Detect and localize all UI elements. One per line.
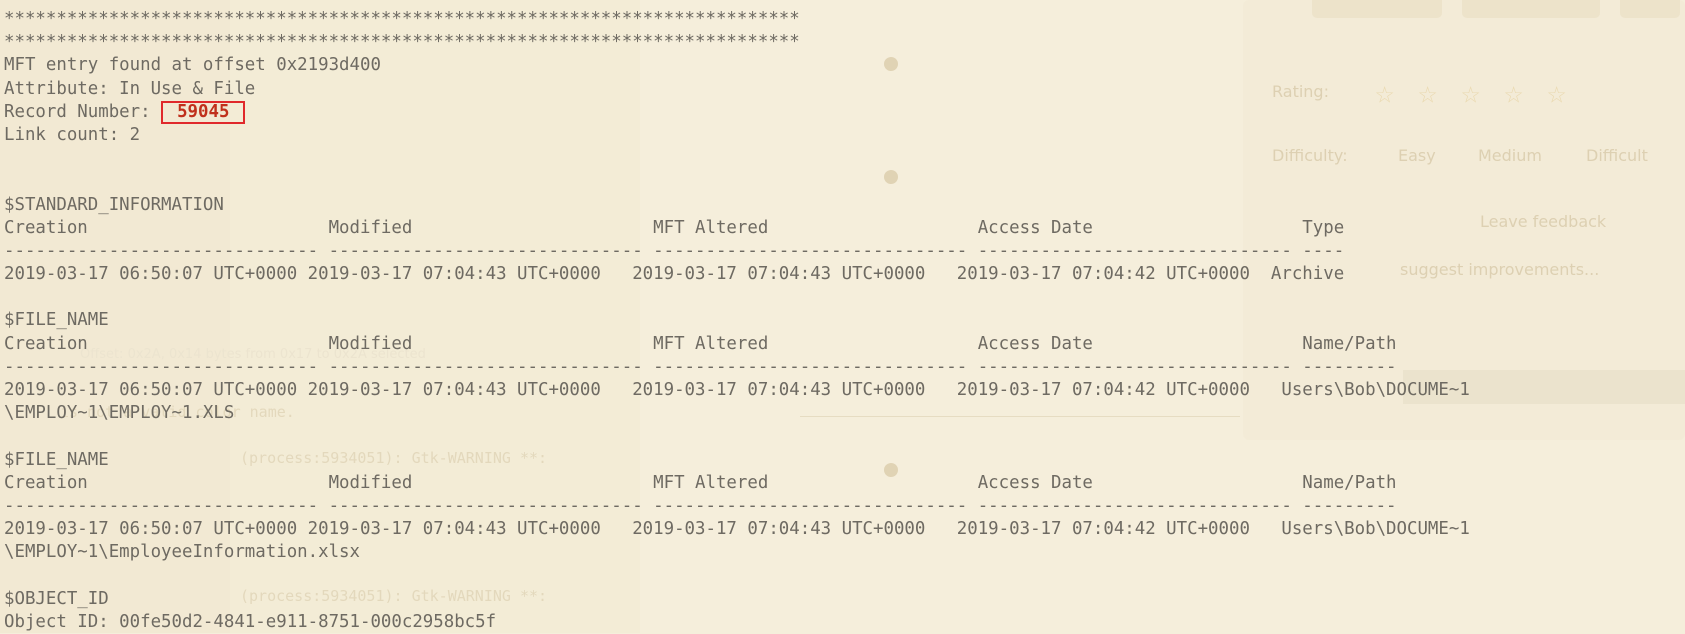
table-divider: ------------------------------ ---------…	[4, 356, 1397, 377]
table-divider: ------------------------------ ---------…	[4, 240, 1345, 261]
difficulty-option-medium[interactable]: Medium	[1478, 146, 1542, 165]
table-header: Creation Modified MFT Altered Access Dat…	[4, 472, 1397, 493]
record-number-highlight: 59045	[161, 100, 246, 124]
attribute-line: Attribute: In Use & File	[4, 78, 256, 99]
background-button[interactable]	[1620, 0, 1680, 18]
table-row: 2019-03-17 06:50:07 UTC+0000 2019-03-17 …	[4, 519, 1470, 540]
file-name-title: $FILE_NAME	[4, 310, 109, 331]
table-header: Creation Modified MFT Altered Access Dat…	[4, 217, 1345, 238]
table-header: Creation Modified MFT Altered Access Dat…	[4, 333, 1397, 354]
object-id-title: $OBJECT_ID	[4, 588, 109, 609]
star-icon[interactable]: ☆	[1547, 76, 1566, 108]
file-name-title: $FILE_NAME	[4, 449, 109, 470]
link-count-line: Link count: 2	[4, 124, 141, 145]
terminal-output: ****************************************…	[0, 8, 1470, 634]
difficulty-option-difficult[interactable]: Difficult	[1586, 146, 1648, 165]
table-row-continuation: \EMPLOY~1\EmployeeInformation.xlsx	[4, 542, 360, 563]
separator-line: ****************************************…	[4, 32, 800, 53]
table-row: 2019-03-17 06:50:07 UTC+0000 2019-03-17 …	[4, 380, 1470, 400]
table-row-continuation: \EMPLOY~1\EMPLOY~1.XLS	[4, 403, 235, 424]
table-divider: ------------------------------ ---------…	[4, 495, 1397, 516]
object-id-line: Object ID: 00fe50d2-4841-e911-8751-000c2…	[4, 611, 497, 632]
entry-offset-line: MFT entry found at offset 0x2193d400	[4, 55, 381, 76]
background-button[interactable]	[1462, 0, 1600, 18]
star-icon[interactable]: ☆	[1504, 76, 1523, 108]
record-number-line: Record Number: 59045	[0, 100, 1470, 124]
feedback-link[interactable]: Leave feedback	[1480, 212, 1606, 231]
table-row: 2019-03-17 06:50:07 UTC+0000 2019-03-17 …	[4, 264, 1345, 285]
separator-line: ****************************************…	[4, 9, 800, 29]
standard-information-title: $STANDARD_INFORMATION	[4, 194, 224, 215]
record-number-label: Record Number:	[4, 101, 162, 122]
